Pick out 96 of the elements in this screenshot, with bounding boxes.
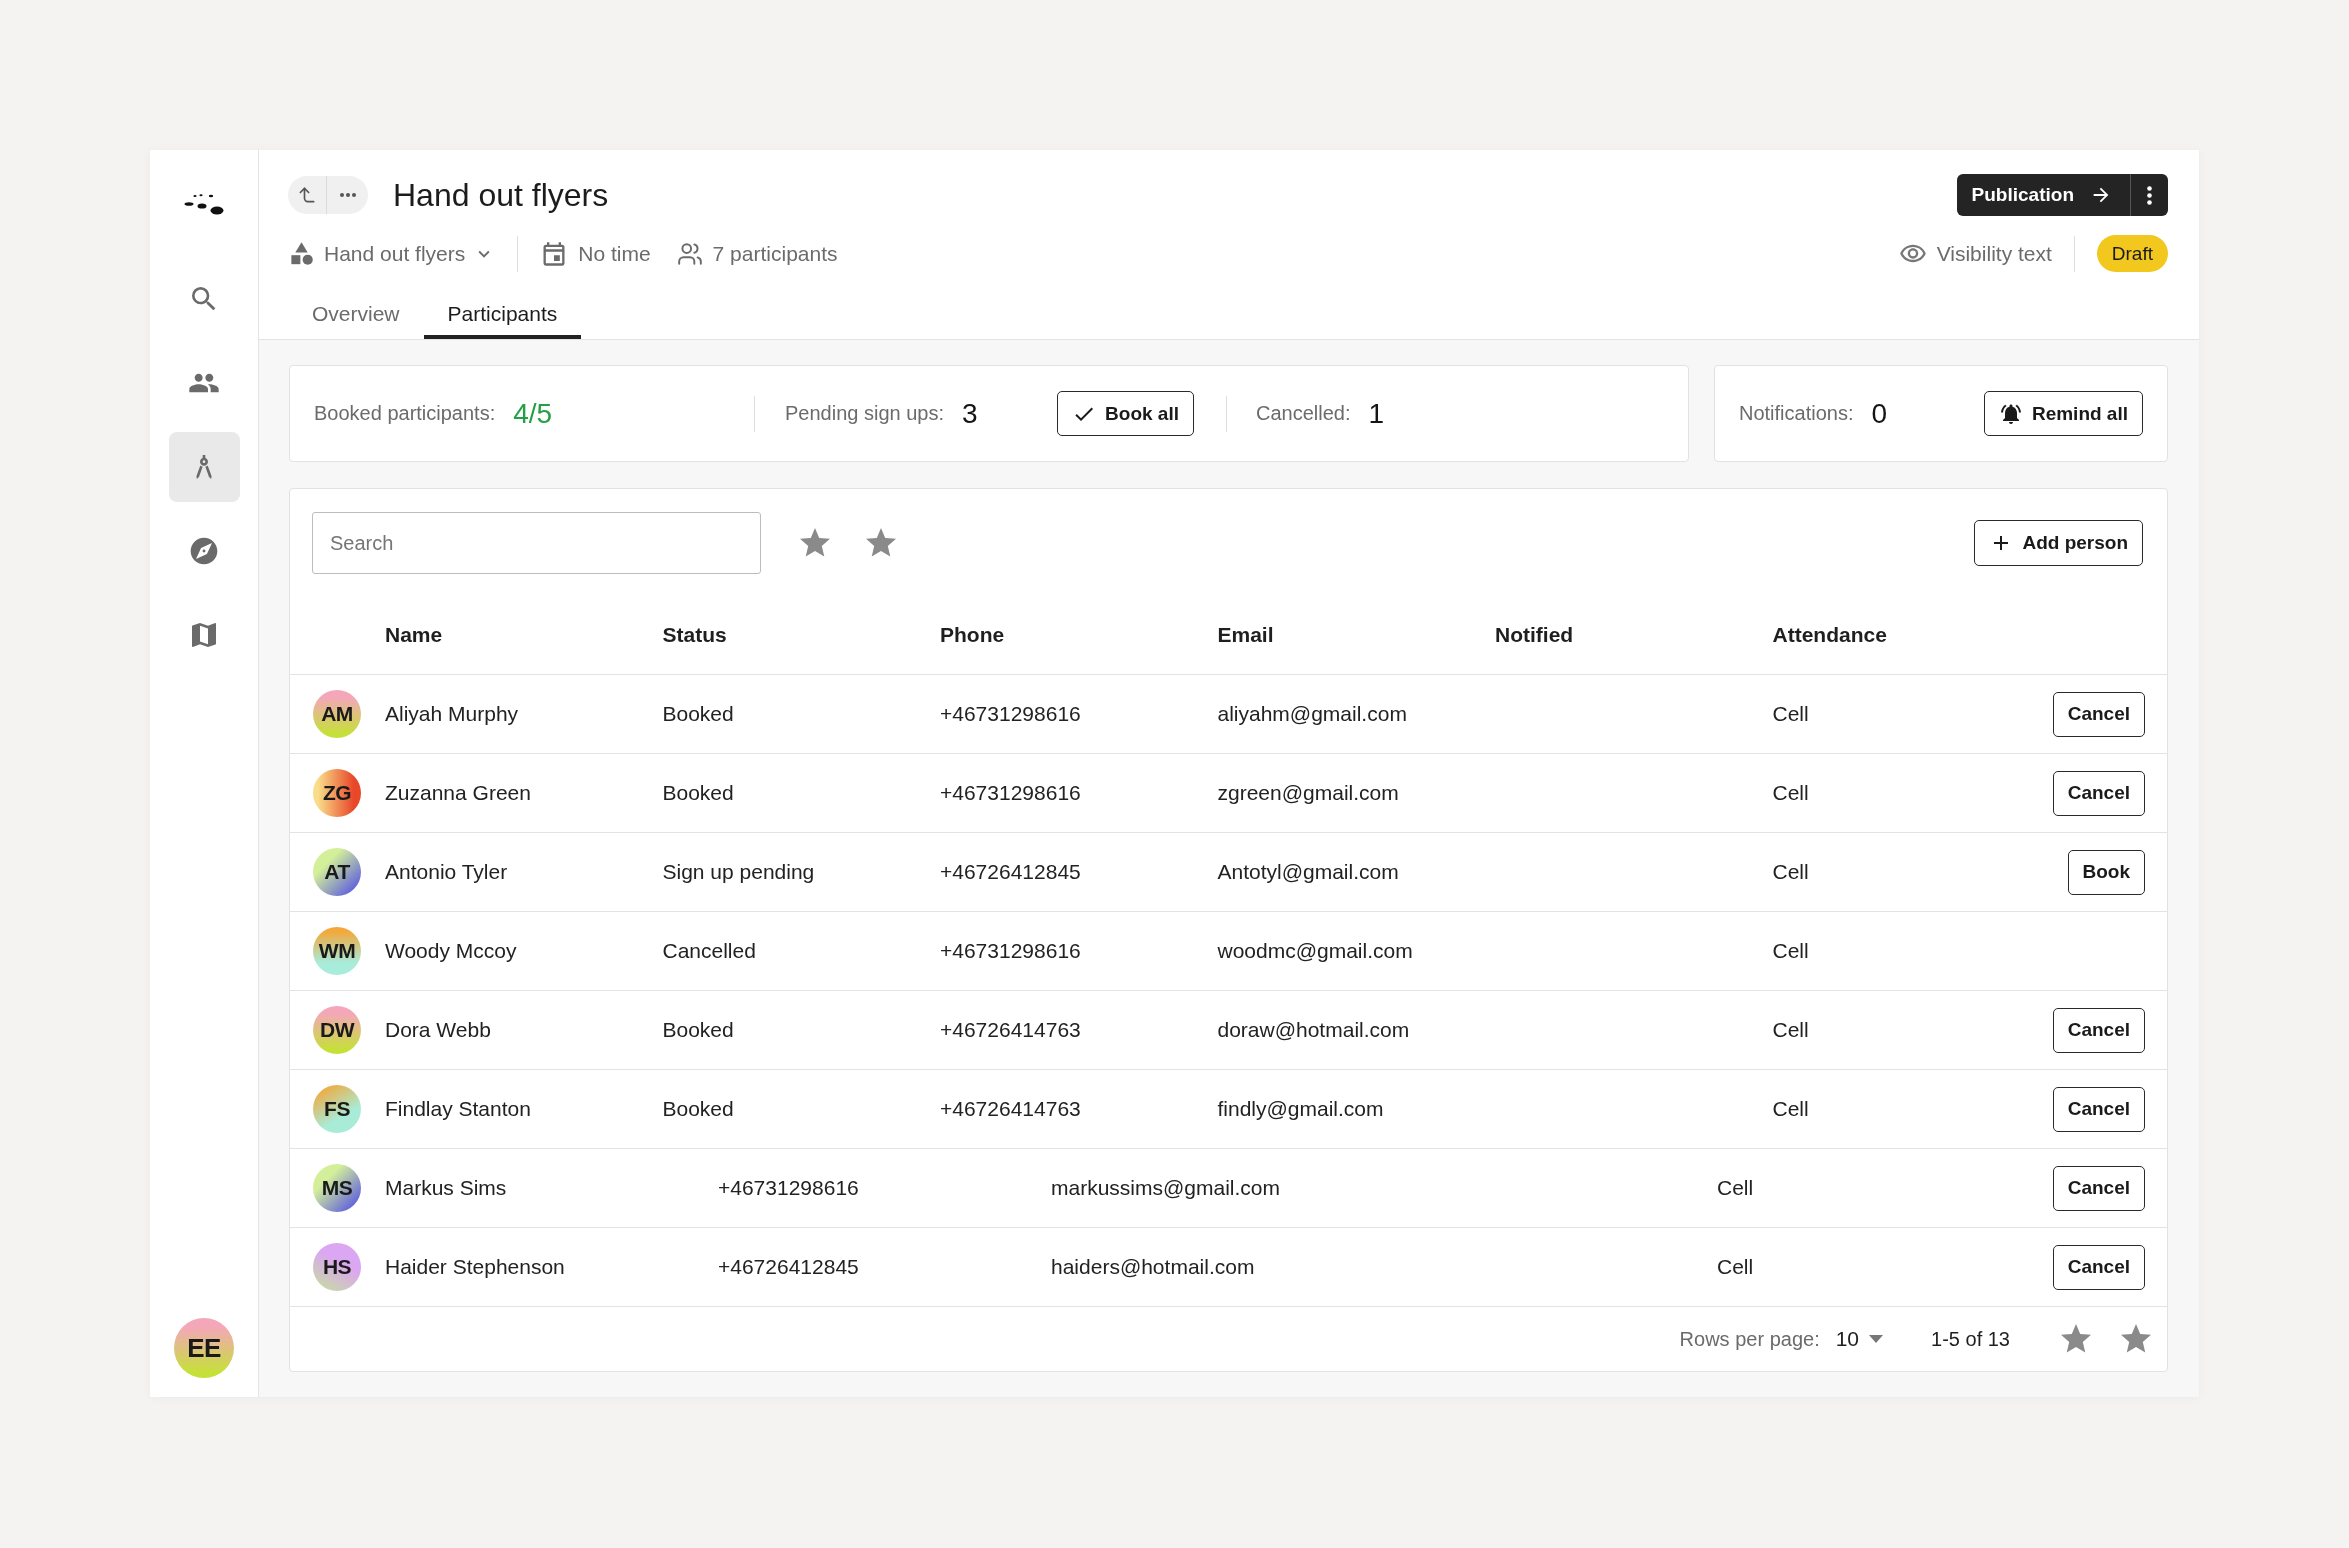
page-range: 1-5 of 13 bbox=[1931, 1327, 2010, 1351]
rows-per-page-label: Rows per page: bbox=[1679, 1327, 1820, 1351]
table-cell: Cell bbox=[1772, 860, 1809, 884]
publication-button[interactable]: Publication bbox=[1956, 174, 2130, 216]
avatar: AM bbox=[313, 690, 361, 738]
table-cell: Booked bbox=[662, 781, 734, 805]
stat-label: Notifications: bbox=[1739, 402, 1854, 425]
table-cell: Cell bbox=[1772, 781, 1809, 805]
table-cell: +46726412845 bbox=[718, 1255, 859, 1279]
time-text: No time bbox=[578, 241, 651, 266]
column-header[interactable]: Notified bbox=[1495, 622, 1574, 647]
table-cell: Cell bbox=[1772, 702, 1809, 726]
column-header[interactable]: Phone bbox=[940, 622, 1005, 647]
tab[interactable]: Participants bbox=[423, 289, 582, 339]
sidebar-item[interactable] bbox=[168, 432, 240, 502]
more-options-button[interactable] bbox=[2130, 174, 2168, 216]
search-field[interactable]: Search bbox=[312, 512, 761, 574]
avatar: MS bbox=[313, 1164, 361, 1212]
logo-icon bbox=[184, 193, 224, 215]
table-cell: Findlay Stanton bbox=[385, 1097, 531, 1121]
caret-down-icon bbox=[1869, 1335, 1884, 1343]
table-cell: woodmc@gmail.com bbox=[1217, 939, 1413, 963]
row-action-button[interactable]: Cancel bbox=[2052, 1165, 2145, 1211]
status-badge: Draft bbox=[2096, 235, 2168, 272]
table-cell: zgreen@gmail.com bbox=[1217, 781, 1399, 805]
table-cell: Woody Mccoy bbox=[385, 939, 517, 963]
table-cell: Antotyl@gmail.com bbox=[1217, 860, 1399, 884]
stat-label: Booked participants: bbox=[314, 402, 496, 425]
table-cell: +46726414763 bbox=[940, 1097, 1081, 1121]
avatar: HS bbox=[313, 1243, 361, 1291]
table-cell: +46731298616 bbox=[940, 702, 1081, 726]
book-all-button[interactable]: Book all bbox=[1057, 391, 1194, 436]
page-title: Hand out flyers bbox=[393, 176, 609, 214]
row-action-button[interactable]: Cancel bbox=[2052, 691, 2145, 737]
table-cell: findly@gmail.com bbox=[1217, 1097, 1384, 1121]
row-action-button[interactable]: Cancel bbox=[2052, 1086, 2145, 1132]
more-button[interactable] bbox=[326, 176, 368, 214]
up-button[interactable] bbox=[288, 176, 326, 214]
rows-per-page-select[interactable]: 10 bbox=[1835, 1327, 1884, 1351]
participants-count: 7 participants bbox=[712, 241, 838, 266]
stat-label: Cancelled: bbox=[1256, 402, 1351, 425]
table-cell: markussims@gmail.com bbox=[1051, 1176, 1280, 1200]
tab[interactable]: Overview bbox=[288, 289, 424, 339]
user-avatar[interactable]: EE bbox=[174, 1318, 234, 1378]
add-person-button[interactable]: Add person bbox=[1974, 520, 2143, 566]
more-vertical-icon bbox=[2147, 185, 2152, 205]
table-cell: +46726412845 bbox=[940, 860, 1081, 884]
table-cell: Dora Webb bbox=[385, 1018, 491, 1042]
table-cell: Aliyah Murphy bbox=[385, 702, 519, 726]
stat-value: 3 bbox=[962, 397, 978, 430]
stat-label: Pending sign ups: bbox=[785, 402, 944, 425]
table-cell: +46731298616 bbox=[940, 939, 1081, 963]
avatar: AT bbox=[313, 848, 361, 896]
table-cell: Cell bbox=[1772, 1097, 1809, 1121]
table-cell: aliyahm@gmail.com bbox=[1217, 702, 1407, 726]
table-cell: +46726414763 bbox=[940, 1018, 1081, 1042]
row-action-button[interactable]: Cancel bbox=[2052, 770, 2145, 816]
column-header[interactable]: Email bbox=[1217, 622, 1274, 647]
table-cell: Antonio Tyler bbox=[385, 860, 508, 884]
shapes-icon bbox=[288, 240, 315, 267]
table-cell: +46731298616 bbox=[718, 1176, 859, 1200]
table-cell: Cell bbox=[1717, 1255, 1754, 1279]
stat-value: 0 bbox=[1871, 397, 1888, 430]
stat-value: 4/5 bbox=[513, 397, 553, 430]
column-header[interactable]: Attendance bbox=[1772, 622, 1887, 647]
table-cell: doraw@hotmail.com bbox=[1217, 1018, 1410, 1042]
column-header[interactable]: Status bbox=[662, 622, 727, 647]
more-horizontal-icon bbox=[339, 193, 356, 197]
avatar: DW bbox=[313, 1006, 361, 1054]
avatar: FS bbox=[313, 1085, 361, 1133]
table-cell: Cell bbox=[1772, 1018, 1809, 1042]
row-action-button[interactable]: Cancel bbox=[2052, 1244, 2145, 1290]
table-cell: Cell bbox=[1772, 939, 1809, 963]
stat-value: 1 bbox=[1368, 397, 1385, 430]
row-action-button[interactable]: Book bbox=[2067, 849, 2145, 895]
avatar: WM bbox=[313, 927, 361, 975]
visibility-text: Visibility text bbox=[1936, 241, 2052, 266]
project-select[interactable]: Hand out flyers bbox=[324, 241, 496, 266]
corner-up-arrow-icon bbox=[297, 185, 317, 205]
table-cell: Sign up pending bbox=[662, 860, 815, 884]
column-header[interactable]: Name bbox=[385, 622, 443, 647]
avatar: ZG bbox=[313, 769, 361, 817]
table-cell: Zuzanna Green bbox=[385, 781, 531, 805]
remind-all-button[interactable]: Remind all bbox=[1983, 391, 2143, 436]
table-cell: Booked bbox=[662, 1097, 734, 1121]
table-cell: Markus Sims bbox=[385, 1176, 507, 1200]
table-cell: haiders@hotmail.com bbox=[1051, 1255, 1255, 1279]
row-action-button[interactable]: Cancel bbox=[2052, 1007, 2145, 1053]
table-cell: Haider Stephenson bbox=[385, 1255, 565, 1279]
table-cell: Cell bbox=[1717, 1176, 1754, 1200]
people-icon bbox=[676, 240, 703, 267]
table-cell: Cancelled bbox=[662, 939, 756, 963]
table-cell: +46731298616 bbox=[940, 781, 1081, 805]
table-cell: Booked bbox=[662, 702, 734, 726]
table-cell: Booked bbox=[662, 1018, 734, 1042]
compass-icon bbox=[188, 535, 220, 567]
